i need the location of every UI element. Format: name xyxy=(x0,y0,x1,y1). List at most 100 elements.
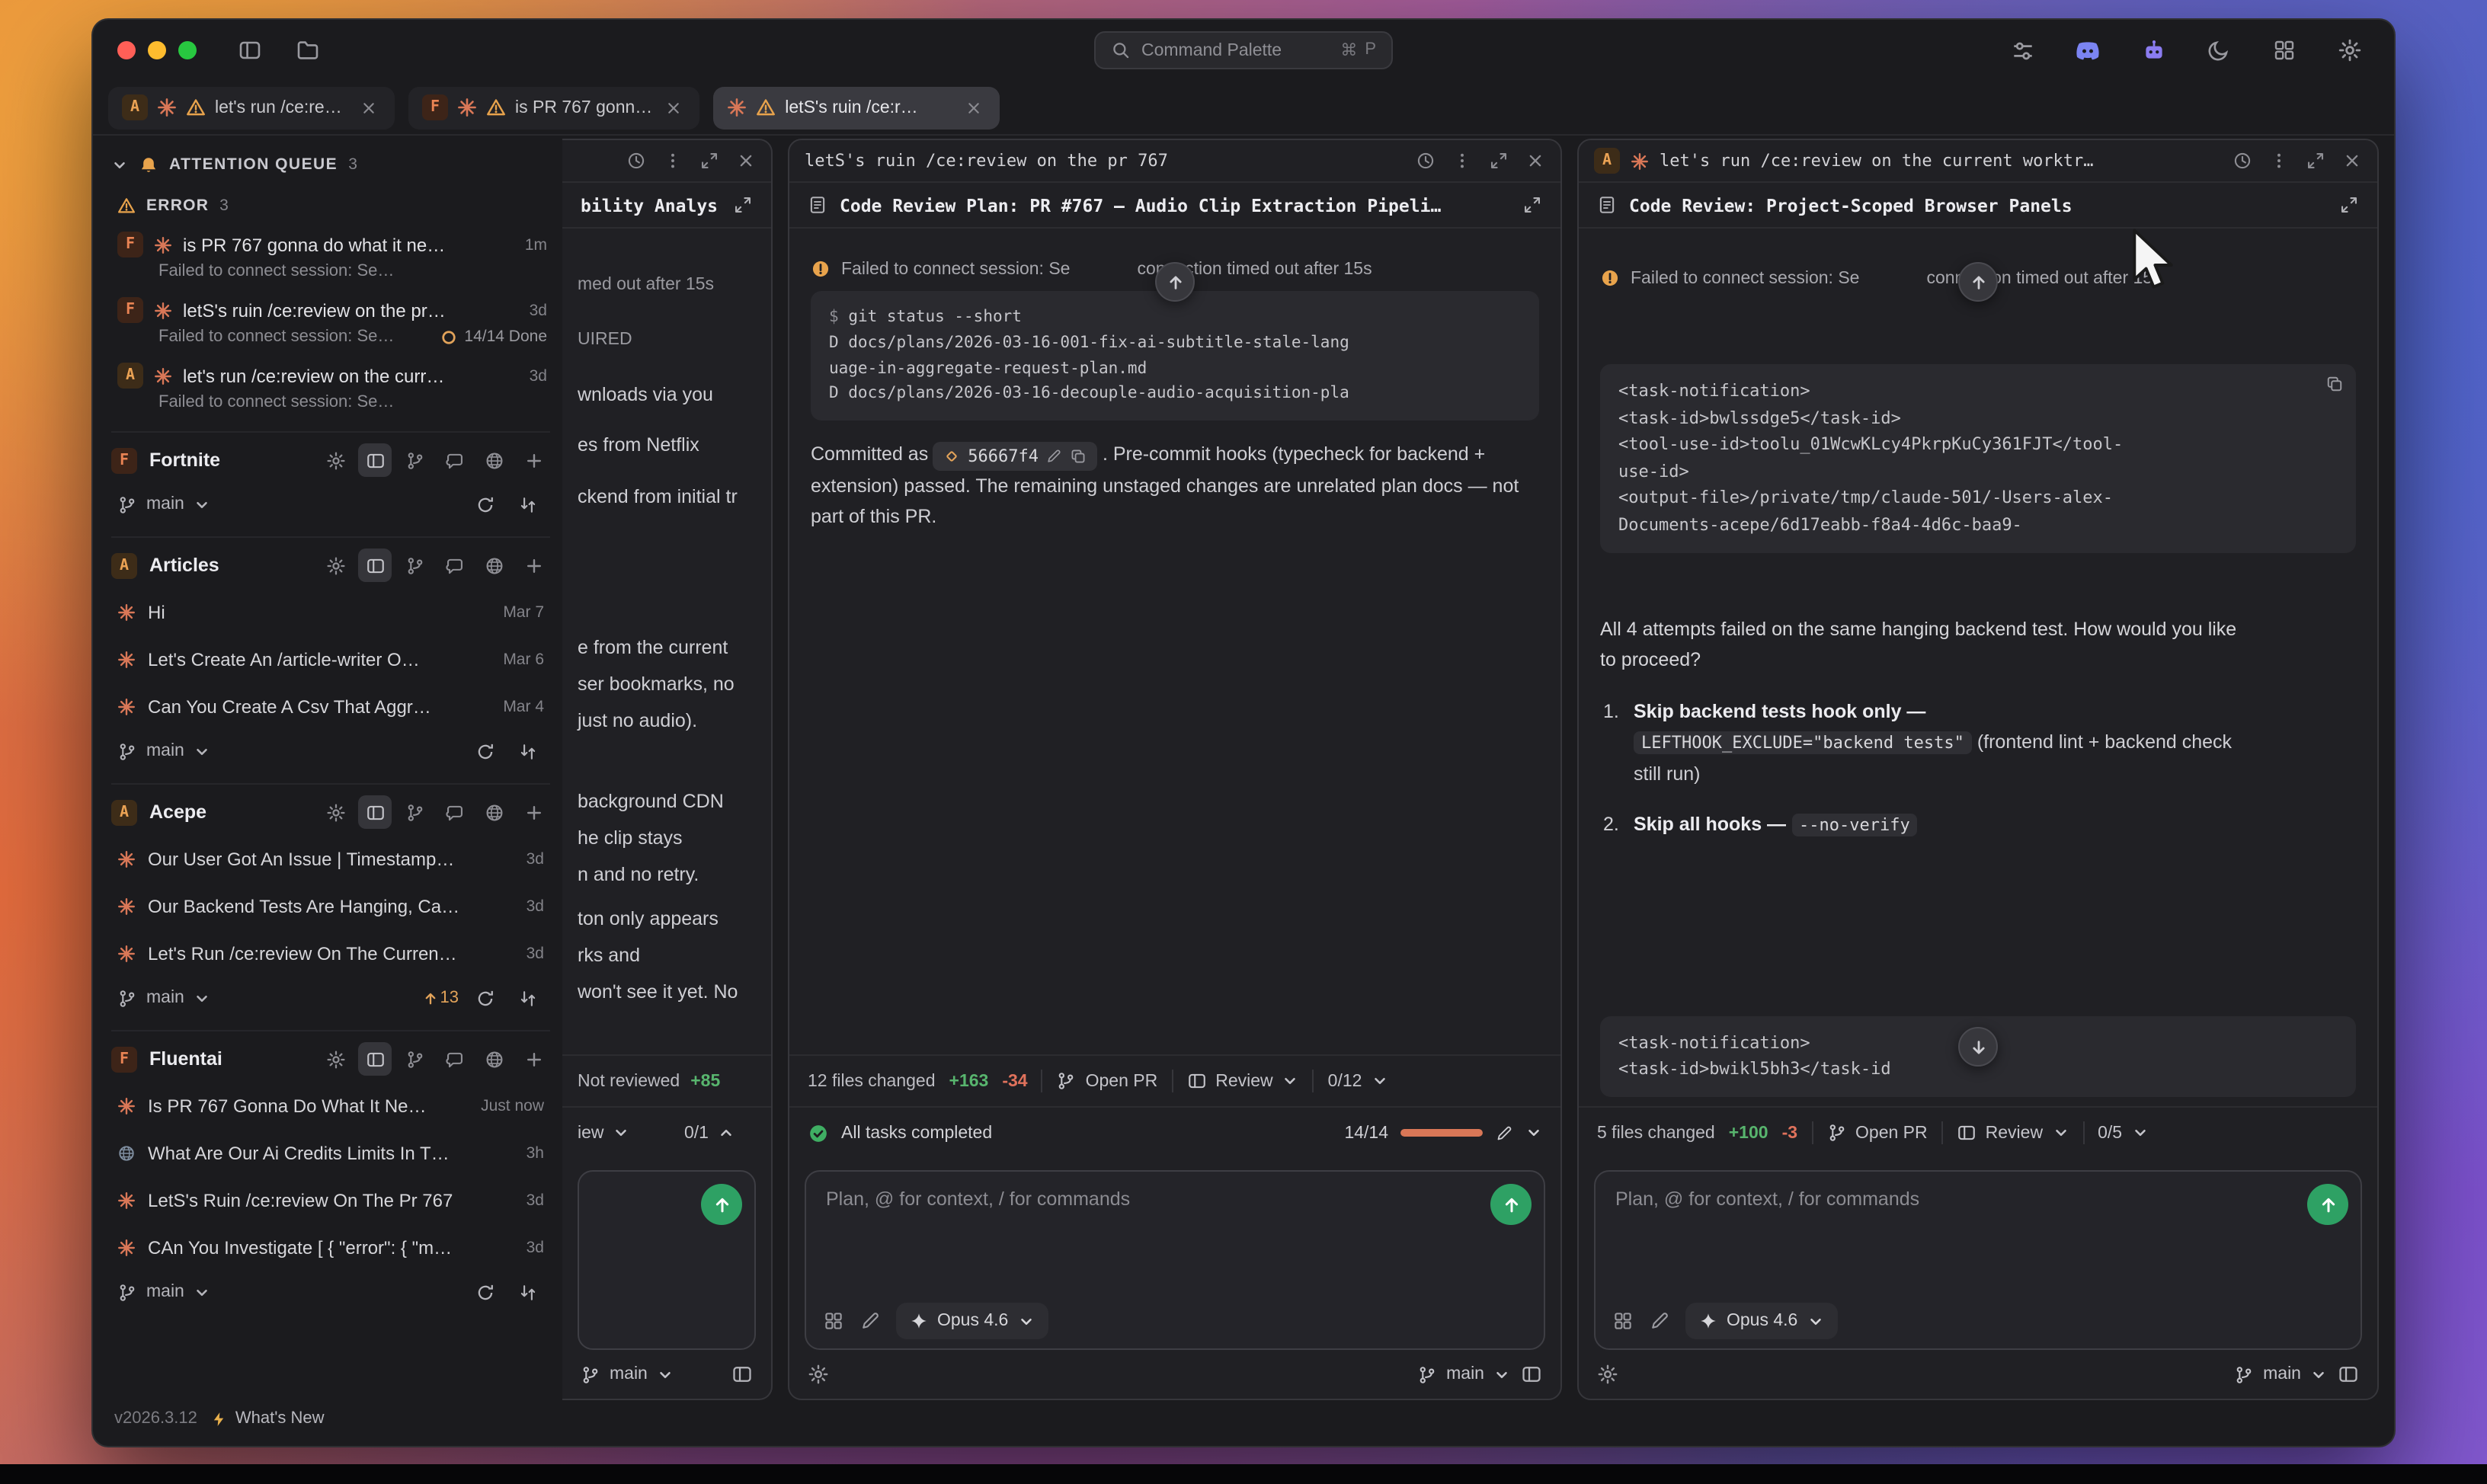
workspace-browser-button[interactable] xyxy=(477,443,511,477)
history-icon[interactable] xyxy=(1416,151,1436,171)
minimize-window-button[interactable] xyxy=(148,41,166,59)
kebab-menu-icon[interactable] xyxy=(2269,151,2289,171)
close-tab-icon[interactable] xyxy=(357,95,381,120)
review-dropdown[interactable]: Review xyxy=(1186,1071,1298,1091)
tab-lets-run-ce-review[interactable]: A let's run /ce:re… xyxy=(108,86,395,129)
layout-button[interactable] xyxy=(2265,30,2304,70)
session-item[interactable]: Hi Mar 7 xyxy=(111,588,550,635)
model-selector[interactable]: Opus 4.6 xyxy=(1685,1303,1837,1339)
workspace-browser-button[interactable] xyxy=(477,549,511,582)
workspace-board-button[interactable] xyxy=(358,549,392,582)
open-workspace-button[interactable] xyxy=(288,30,328,70)
workspace-chat-button[interactable] xyxy=(437,1042,471,1076)
comment-counter[interactable]: 0/1 xyxy=(684,1124,756,1142)
error-group-header[interactable]: ERROR 3 xyxy=(111,187,550,224)
kebab-menu-icon[interactable] xyxy=(663,151,683,171)
close-tab-icon[interactable] xyxy=(661,95,686,120)
model-selector[interactable]: Opus 4.6 xyxy=(896,1303,1048,1339)
workspace-branch-button[interactable] xyxy=(398,795,431,829)
branch-row[interactable]: main xyxy=(111,483,550,526)
workspace-chat-button[interactable] xyxy=(437,795,471,829)
workspace-header[interactable]: F Fluentai xyxy=(111,1036,550,1082)
discord-button[interactable] xyxy=(2068,30,2108,70)
expand-icon[interactable] xyxy=(733,195,753,215)
history-icon[interactable] xyxy=(2233,151,2252,171)
close-icon[interactable] xyxy=(2342,151,2362,171)
tasks-bar[interactable]: All tasks completed 14/14 xyxy=(789,1106,1560,1158)
edit-tasks-icon[interactable] xyxy=(1495,1124,1513,1142)
apps-grid-icon[interactable] xyxy=(1612,1310,1634,1332)
expand-icon[interactable] xyxy=(1489,151,1509,171)
new-session-button[interactable] xyxy=(517,1042,550,1076)
workspace-settings-button[interactable] xyxy=(318,795,352,829)
new-session-button[interactable] xyxy=(517,443,550,477)
filters-button[interactable] xyxy=(2002,30,2042,70)
copy-icon[interactable] xyxy=(1071,448,1087,465)
copy-icon[interactable] xyxy=(2325,375,2344,393)
close-icon[interactable] xyxy=(1525,151,1545,171)
new-session-button[interactable] xyxy=(517,795,550,829)
terminal-panel-icon[interactable] xyxy=(2338,1364,2359,1385)
commit-hash-chip[interactable]: 56667f4 xyxy=(933,442,1098,472)
branch-row[interactable]: main 13 xyxy=(111,977,550,1019)
toggle-sidebar-button[interactable] xyxy=(230,30,270,70)
refresh-button[interactable] xyxy=(468,488,501,521)
appearance-button[interactable] xyxy=(2199,30,2239,70)
scroll-up-button[interactable] xyxy=(1155,262,1195,302)
close-tab-icon[interactable] xyxy=(962,95,986,120)
workspace-board-button[interactable] xyxy=(358,1042,392,1076)
session-item[interactable]: Can You Create A Csv That Aggr… Mar 4 xyxy=(111,683,550,730)
workspace-branch-button[interactable] xyxy=(398,549,431,582)
comment-counter[interactable]: 0/12 xyxy=(1328,1072,1388,1090)
gear-icon[interactable] xyxy=(1597,1364,1618,1385)
refresh-button[interactable] xyxy=(468,1275,501,1309)
new-session-button[interactable] xyxy=(517,549,550,582)
workspace-header[interactable]: A Articles xyxy=(111,542,550,588)
command-palette[interactable]: Command Palette ⌘P xyxy=(1094,31,1393,69)
chat-input-box[interactable]: Opus 4.6 xyxy=(805,1170,1545,1350)
tab-lets-ruin-ce-review[interactable]: letS's ruin /ce:r… xyxy=(713,86,1000,129)
compare-button[interactable] xyxy=(511,981,544,1015)
settings-button[interactable] xyxy=(2330,30,2370,70)
close-icon[interactable] xyxy=(736,151,756,171)
workspace-board-button[interactable] xyxy=(358,795,392,829)
session-item[interactable]: What Are Our Ai Credits Limits In T… 3h xyxy=(111,1129,550,1176)
chat-input[interactable] xyxy=(1596,1172,2361,1294)
expand-icon[interactable] xyxy=(1522,195,1542,215)
send-button[interactable] xyxy=(701,1184,742,1225)
session-item[interactable]: CAn You Investigate [ { "error": { "m… 3… xyxy=(111,1223,550,1271)
workspace-settings-button[interactable] xyxy=(318,443,352,477)
review-dropdown[interactable]: Review xyxy=(1957,1123,2069,1143)
session-item[interactable]: Our User Got An Issue | Timestamp… 3d xyxy=(111,835,550,882)
workspace-browser-button[interactable] xyxy=(477,795,511,829)
edit-icon[interactable] xyxy=(1046,448,1063,465)
chat-input[interactable] xyxy=(806,1172,1544,1294)
zoom-window-button[interactable] xyxy=(178,41,197,59)
open-pr-button[interactable]: Open PR xyxy=(1826,1123,1928,1143)
review-dropdown[interactable]: iew xyxy=(578,1124,630,1142)
error-item[interactable]: F is PR 767 gonna do what it ne… 1m Fail… xyxy=(111,224,550,289)
chat-input-box[interactable] xyxy=(578,1170,756,1350)
compose-icon[interactable] xyxy=(1649,1310,1670,1332)
error-item[interactable]: A let's run /ce:review on the curr… 3d F… xyxy=(111,355,550,421)
workspace-branch-button[interactable] xyxy=(398,1042,431,1076)
assistant-button[interactable] xyxy=(2133,30,2173,70)
compose-icon[interactable] xyxy=(859,1310,881,1332)
branch-row[interactable]: main xyxy=(111,730,550,772)
expand-icon[interactable] xyxy=(2339,195,2359,215)
whats-new-link[interactable]: What's New xyxy=(211,1409,325,1428)
workspace-chat-button[interactable] xyxy=(437,443,471,477)
workspace-settings-button[interactable] xyxy=(318,549,352,582)
gear-icon[interactable] xyxy=(808,1364,829,1385)
expand-icon[interactable] xyxy=(699,151,719,171)
session-item[interactable]: Let's Run /ce:review On The Curren… 3d xyxy=(111,929,550,977)
branch-selector[interactable]: main xyxy=(1417,1364,1510,1384)
history-icon[interactable] xyxy=(626,151,646,171)
chevron-down-icon[interactable] xyxy=(1525,1124,1542,1141)
workspace-branch-button[interactable] xyxy=(398,443,431,477)
session-item[interactable]: Our Backend Tests Are Hanging, Ca… 3d xyxy=(111,882,550,929)
apps-grid-icon[interactable] xyxy=(823,1310,844,1332)
scroll-up-button[interactable] xyxy=(1958,262,1998,302)
expand-icon[interactable] xyxy=(2306,151,2325,171)
attention-queue-header[interactable]: ATTENTION QUEUE 3 xyxy=(111,145,550,184)
